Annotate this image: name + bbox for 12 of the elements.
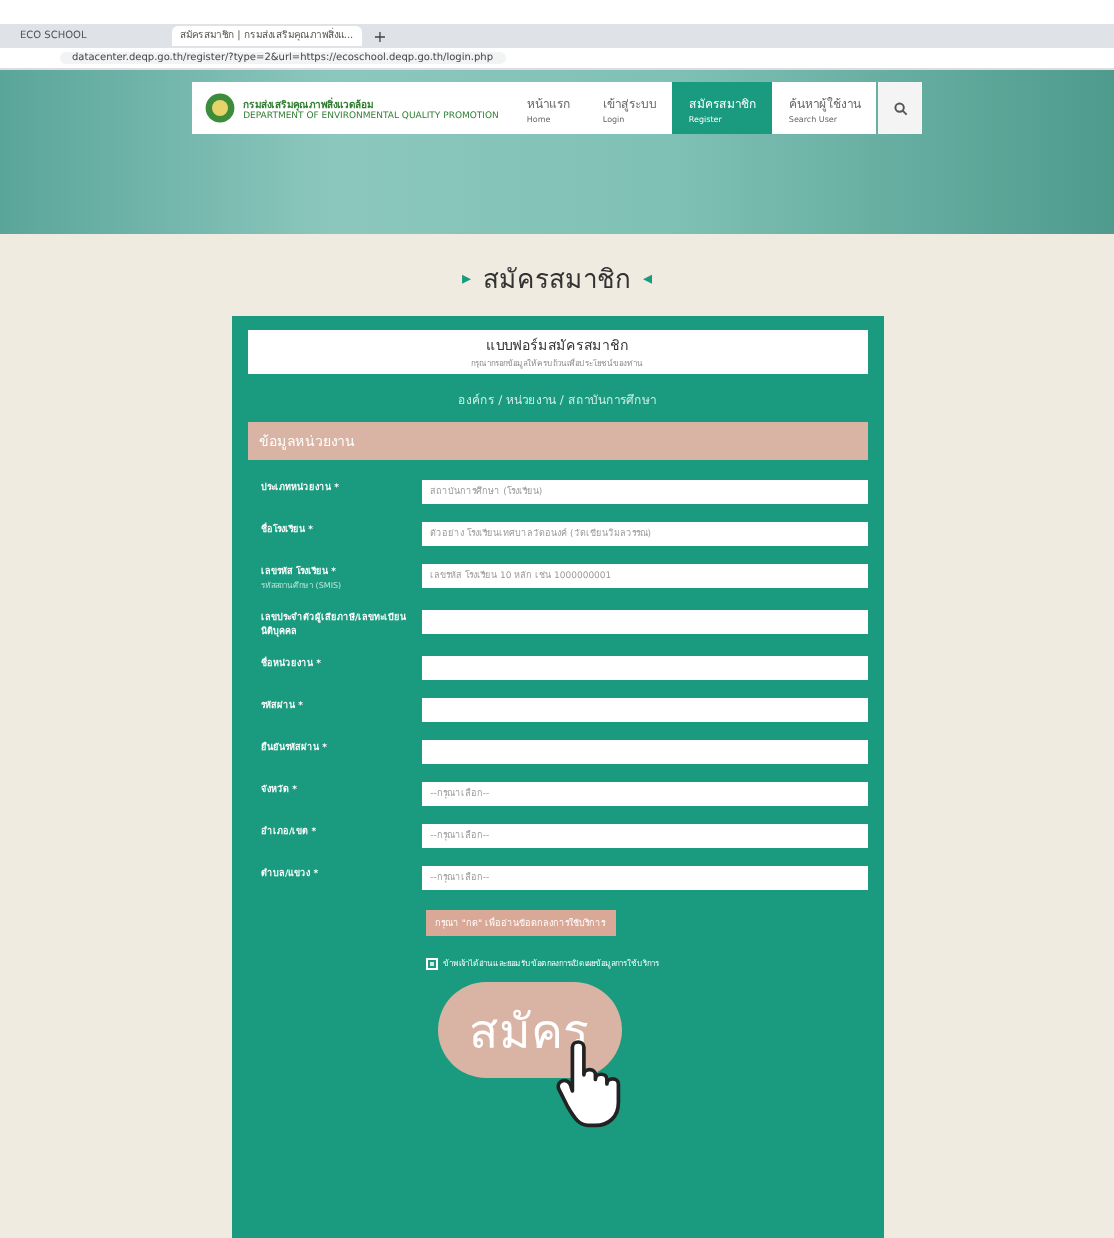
emblem-icon — [203, 92, 236, 124]
triangle-marker: ▸ — [461, 269, 471, 289]
input-field[interactable] — [422, 656, 867, 680]
triangle-marker: ◂ — [643, 269, 653, 289]
checkbox[interactable] — [425, 957, 437, 969]
page-title: สมัครสมาชิก — [483, 264, 631, 300]
search-button[interactable] — [878, 82, 923, 134]
input-field[interactable] — [422, 740, 867, 764]
search-icon — [893, 101, 908, 115]
new-tab-button[interactable]: + — [373, 27, 387, 45]
input-field[interactable] — [422, 698, 867, 722]
input-field[interactable] — [422, 610, 867, 634]
